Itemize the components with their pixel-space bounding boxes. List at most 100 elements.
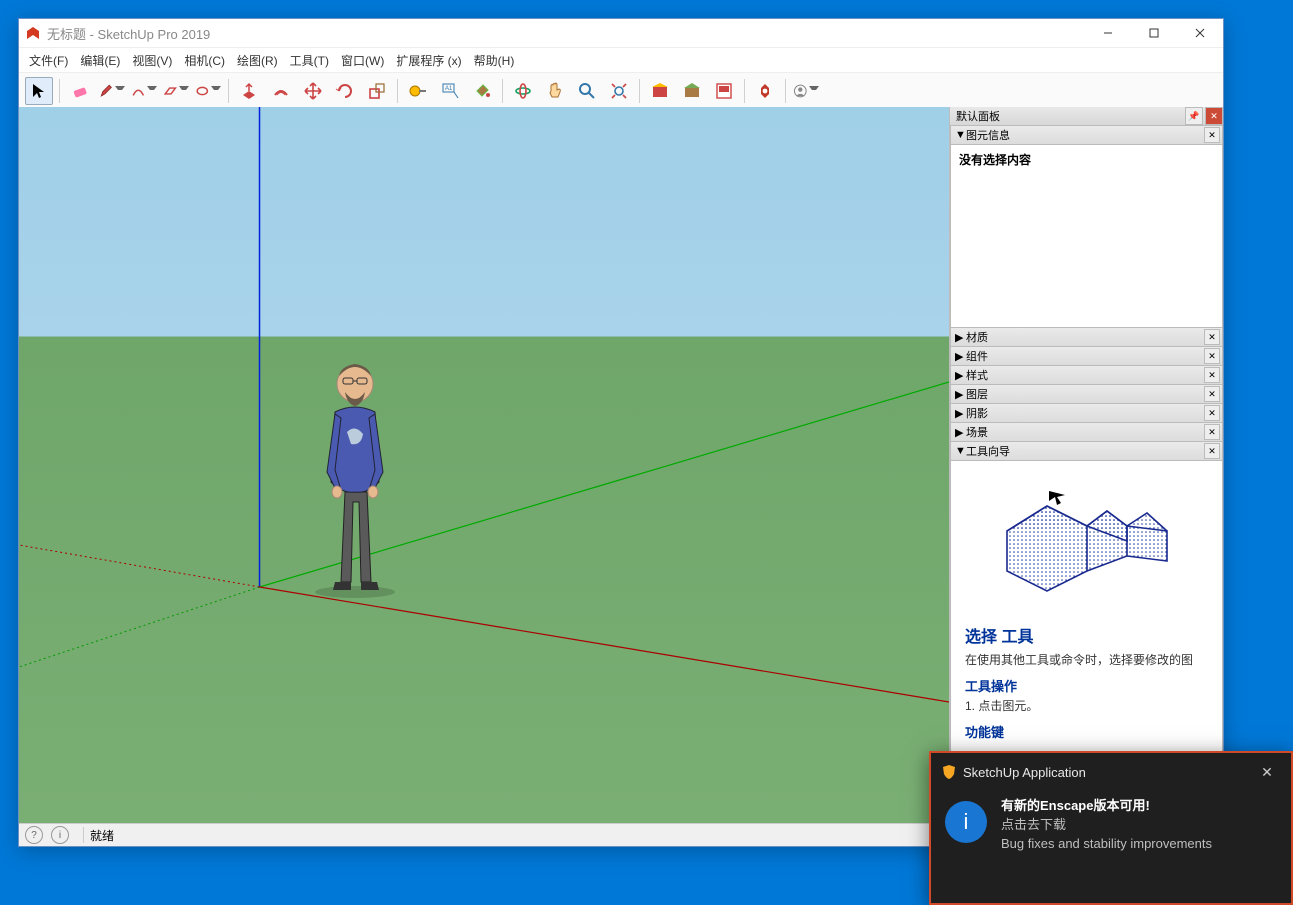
expand-arrow-icon: ▶ [955,388,963,401]
select-tool-button[interactable] [25,77,53,105]
dropdown-arrow-icon [147,86,157,96]
menu-view[interactable]: 视图(V) [126,50,178,71]
titlebar: 无标题 - SketchUp Pro 2019 [19,19,1223,47]
panel-header-components[interactable]: ▶组件 ✕ [950,346,1223,366]
panel-close-button[interactable]: ✕ [1204,127,1220,143]
menu-camera[interactable]: 相机(C) [178,50,231,71]
panel-close-button[interactable]: ✕ [1204,424,1220,440]
panel-header-layers[interactable]: ▶图层 ✕ [950,384,1223,404]
pan-tool-button[interactable] [541,77,569,105]
offset-tool-button[interactable] [267,77,295,105]
pencil-tool-button[interactable] [98,77,126,105]
toast-close-button[interactable]: ✕ [1253,761,1281,783]
panel-close-button[interactable]: ✕ [1204,443,1220,459]
instructor-op-step: 1. 点击图元。 [965,697,1208,714]
panel-close-button[interactable]: ✕ [1204,348,1220,364]
panel-header-instructor[interactable]: ▼工具向导✕ [950,441,1223,461]
panel-header-styles[interactable]: ▶样式✕ [950,365,1223,385]
menu-draw[interactable]: 绘图(R) [231,50,284,71]
info-icon[interactable]: i [51,826,69,844]
close-button[interactable] [1177,19,1223,47]
entity-info-text: 没有选择内容 [959,153,1031,167]
paint-bucket-tool-button[interactable] [468,77,496,105]
menu-edit[interactable]: 编辑(E) [74,50,126,71]
panel-close-button[interactable]: ✕ [1204,367,1220,383]
pushpull-tool-button[interactable] [235,77,263,105]
toast-message: 有新的Enscape版本可用! 点击去下载 Bug fixes and stab… [1001,797,1212,854]
tray-title-label: 默认面板 [956,108,1000,124]
instructor-op-title: 工具操作 [965,676,1208,695]
menu-file[interactable]: 文件(F) [23,50,74,71]
panel-label: 组件 [966,348,988,364]
toast-header: SketchUp Application ✕ [931,753,1291,791]
arc-tool-button[interactable] [130,77,158,105]
toolbar-separator [785,79,786,103]
panel-label: 图元信息 [966,127,1010,143]
text-tool-button[interactable]: A1 [436,77,464,105]
panel-close-button[interactable]: ✕ [1204,386,1220,402]
layout-button[interactable] [710,77,738,105]
toolbar-separator [397,79,398,103]
help-icon[interactable]: ? [25,826,43,844]
menubar: 文件(F) 编辑(E) 视图(V) 相机(C) 绘图(R) 工具(T) 窗口(W… [19,47,1223,73]
orbit-tool-button[interactable] [509,77,537,105]
expand-arrow-icon: ▶ [955,350,963,363]
scale-figure-icon [307,342,407,602]
panel-header-materials[interactable]: ▶材质✕ [950,327,1223,347]
panel-header-scenes[interactable]: ▶场景 ✕ [950,422,1223,442]
panel-label: 材质 [966,329,988,345]
menu-extensions[interactable]: 扩展程序 (x) [390,50,467,71]
shield-icon [941,764,957,780]
menu-tools[interactable]: 工具(T) [284,50,335,71]
panel-label: 场景 [966,424,988,440]
notification-toast[interactable]: SketchUp Application ✕ i 有新的Enscape版本可用!… [929,751,1293,905]
tray-title[interactable]: 默认面板 📌 ✕ [950,107,1223,126]
status-separator [83,827,84,843]
status-text: 就绪 [90,827,114,844]
3d-viewport[interactable] [19,107,949,824]
collapse-arrow-icon: ▼ [955,129,963,141]
panel-label: 图层 [966,386,988,402]
toolbar-separator [639,79,640,103]
toast-body: i 有新的Enscape版本可用! 点击去下载 Bug fixes and st… [931,791,1291,860]
rectangle-tool-button[interactable] [162,77,190,105]
panel-close-button[interactable]: ✕ [1204,405,1220,421]
main-toolbar: A1 [19,73,1223,110]
eraser-tool-button[interactable] [66,77,94,105]
dropdown-arrow-icon [809,86,819,96]
toast-app-name: SketchUp Application [963,765,1086,780]
expand-arrow-icon: ▶ [955,426,963,439]
circle-tool-button[interactable] [194,77,222,105]
info-circle-icon: i [945,801,987,843]
content-area: 默认面板 📌 ✕ ▼ 图元信息 ✕ 没有选择内容 ▶材质✕ ▶组件✕ ▶样式✕ … [19,107,1223,824]
move-tool-button[interactable] [299,77,327,105]
instructor-description: 在使用其他工具或命令时，选择要修改的图 [965,651,1208,668]
extension-warehouse-button[interactable] [678,77,706,105]
panel-close-button[interactable]: ✕ [1204,329,1220,345]
scale-tool-button[interactable] [363,77,391,105]
minimize-button[interactable] [1085,19,1131,47]
menu-window[interactable]: 窗口(W) [335,50,390,71]
zoom-tool-button[interactable] [573,77,601,105]
tape-measure-tool-button[interactable] [404,77,432,105]
window-title: 无标题 - SketchUp Pro 2019 [47,24,210,43]
maximize-button[interactable] [1131,19,1177,47]
panel-header-entity-info[interactable]: ▼ 图元信息 ✕ [950,125,1223,145]
tray-pin-button[interactable]: 📌 [1185,107,1203,125]
toolbar-separator [59,79,60,103]
panel-body-instructor: 选择 工具 在使用其他工具或命令时，选择要修改的图 工具操作 1. 点击图元。 … [950,461,1223,767]
menu-help[interactable]: 帮助(H) [468,50,521,71]
panel-header-shadows[interactable]: ▶阴影✕ [950,403,1223,423]
rotate-tool-button[interactable] [331,77,359,105]
toolbar-separator [744,79,745,103]
tray-close-button[interactable]: ✕ [1205,107,1223,125]
toast-line2: 点击去下载 [1001,816,1212,835]
dropdown-arrow-icon [179,86,189,96]
extension-manager-button[interactable] [751,77,779,105]
dropdown-arrow-icon [211,86,221,96]
panel-label: 工具向导 [966,443,1010,459]
toolbar-separator [502,79,503,103]
user-account-button[interactable] [792,77,820,105]
warehouse-3d-button[interactable] [646,77,674,105]
zoom-extents-tool-button[interactable] [605,77,633,105]
